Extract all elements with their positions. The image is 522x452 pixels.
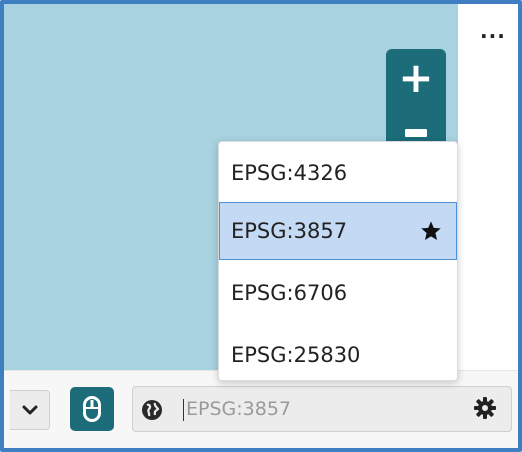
mouse-icon xyxy=(83,396,101,422)
zoom-in-button[interactable]: + xyxy=(386,49,446,109)
mouse-position-button[interactable] xyxy=(70,387,114,431)
dropdown-toggle-button[interactable] xyxy=(10,390,50,430)
map-widget: ··· + EPSG:4326 EPSG:3857 EPSG:6706 EPSG… xyxy=(0,0,522,452)
chevron-down-icon xyxy=(22,405,38,415)
crs-dropdown-list: EPSG:4326 EPSG:3857 EPSG:6706 EPSG:25830 xyxy=(218,141,458,381)
side-panel: ··· xyxy=(458,4,518,374)
zoom-out-button[interactable] xyxy=(405,129,427,137)
star-icon xyxy=(421,221,441,240)
crs-option-label: EPSG:3857 xyxy=(231,219,348,243)
globe-icon xyxy=(142,400,162,420)
crs-option-25830[interactable]: EPSG:25830 xyxy=(219,326,457,384)
crs-option-6706[interactable]: EPSG:6706 xyxy=(219,264,457,322)
more-menu-icon[interactable]: ··· xyxy=(480,26,506,46)
crs-option-3857[interactable]: EPSG:3857 xyxy=(219,202,457,260)
crs-selector[interactable] xyxy=(132,386,512,432)
crs-input[interactable] xyxy=(183,394,456,424)
crs-option-label: EPSG:4326 xyxy=(231,161,348,185)
crs-option-4326[interactable]: EPSG:4326 xyxy=(219,144,457,202)
zoom-control: + xyxy=(386,49,446,149)
crs-option-label: EPSG:6706 xyxy=(231,281,348,305)
gear-icon[interactable] xyxy=(473,396,497,420)
crs-option-label: EPSG:25830 xyxy=(231,343,361,367)
